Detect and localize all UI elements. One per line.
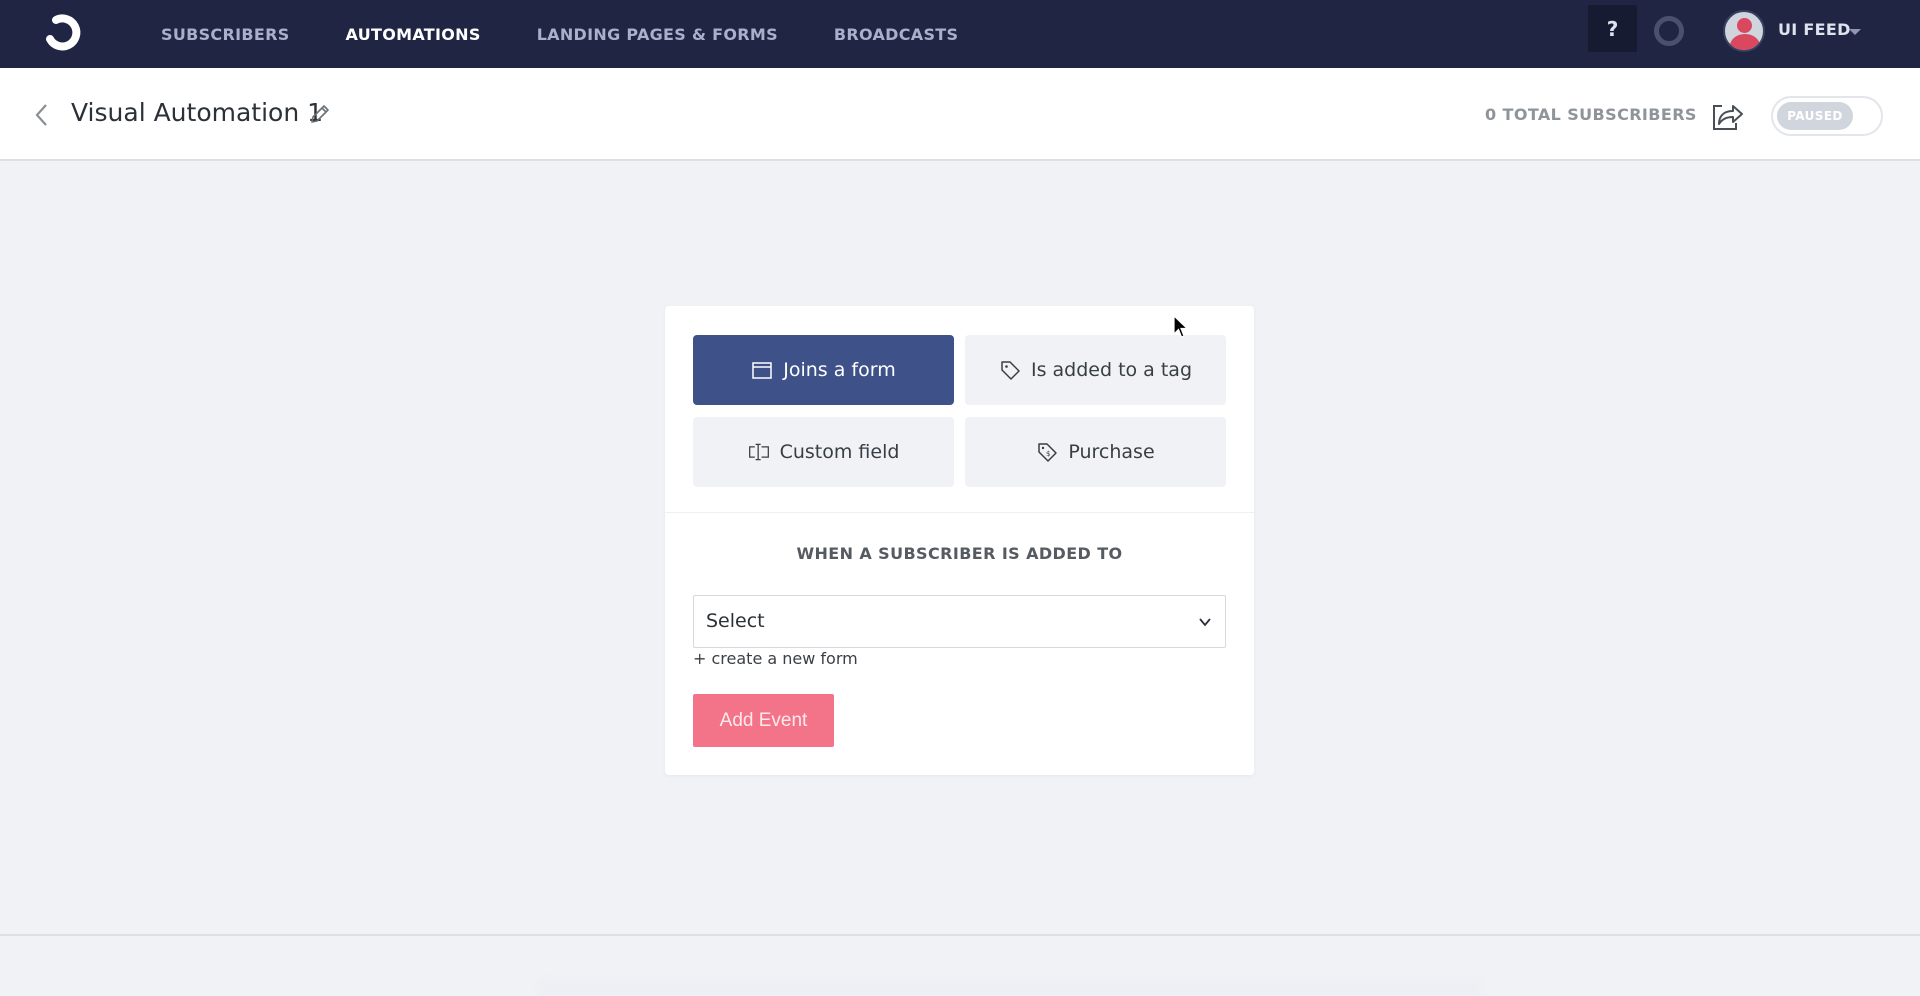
share-icon[interactable] <box>1710 97 1746 133</box>
nav-item-landing-pages-forms[interactable]: LANDING PAGES & FORMS <box>537 25 778 44</box>
when-subscriber-added-label: WHEN A SUBSCRIBER IS ADDED TO <box>796 544 1123 563</box>
trigger-label: Is added to a tag <box>1030 359 1193 381</box>
pencil-icon[interactable] <box>308 102 332 126</box>
trigger-custom-field[interactable]: Custom field <box>693 417 954 487</box>
back-chevron-icon[interactable] <box>30 101 54 129</box>
nav-item-automations[interactable]: AUTOMATIONS <box>346 25 481 44</box>
user-menu-name[interactable]: UI FEED <box>1778 20 1851 39</box>
form-select-value: Select <box>706 610 765 632</box>
status-toggle[interactable]: PAUSED <box>1771 96 1883 136</box>
nav-menu: SUBSCRIBERS AUTOMATIONS LANDING PAGES & … <box>161 0 1014 68</box>
status-toggle-label: PAUSED <box>1777 102 1853 130</box>
top-navigation: SUBSCRIBERS AUTOMATIONS LANDING PAGES & … <box>0 0 1920 68</box>
chevron-down-icon <box>1199 618 1211 627</box>
status-ring-icon[interactable] <box>1654 16 1684 46</box>
add-event-button[interactable]: Add Event <box>693 694 834 747</box>
purchase-tag-icon: $ <box>1038 443 1058 462</box>
trigger-card: Joins a form Is added to a tag Custom fi… <box>665 306 1254 775</box>
trigger-joins-a-form[interactable]: Joins a form <box>693 335 954 405</box>
help-button[interactable]: ? <box>1588 5 1637 52</box>
caret-down-icon[interactable] <box>1849 29 1861 35</box>
trigger-label: Custom field <box>779 441 900 463</box>
total-subscribers-count: 0 TOTAL SUBSCRIBERS <box>1485 105 1697 124</box>
custom-field-icon <box>748 443 769 461</box>
nav-item-subscribers[interactable]: SUBSCRIBERS <box>161 25 290 44</box>
next-card-shadow <box>540 980 1480 996</box>
form-select[interactable]: Select <box>693 595 1226 648</box>
canvas-divider <box>0 934 1920 936</box>
logo-icon[interactable] <box>36 9 84 57</box>
nav-item-broadcasts[interactable]: BROADCASTS <box>834 25 958 44</box>
mouse-cursor-icon <box>1173 315 1189 338</box>
trigger-label: Joins a form <box>783 359 896 381</box>
create-new-form-link[interactable]: + create a new form <box>693 649 858 668</box>
trigger-purchase[interactable]: $ Purchase <box>965 417 1226 487</box>
automation-header: Visual Automation 1 0 TOTAL SUBSCRIBERS … <box>0 68 1920 161</box>
card-divider <box>665 512 1254 513</box>
page-title: Visual Automation 1 <box>71 98 324 127</box>
trigger-options: Joins a form Is added to a tag Custom fi… <box>693 335 1226 487</box>
trigger-is-added-to-a-tag[interactable]: Is added to a tag <box>965 335 1226 405</box>
trigger-label: Purchase <box>1068 441 1155 463</box>
svg-text:$: $ <box>1046 450 1050 458</box>
form-icon <box>752 362 772 379</box>
user-avatar-icon[interactable] <box>1723 10 1765 52</box>
tag-icon <box>1001 361 1020 380</box>
